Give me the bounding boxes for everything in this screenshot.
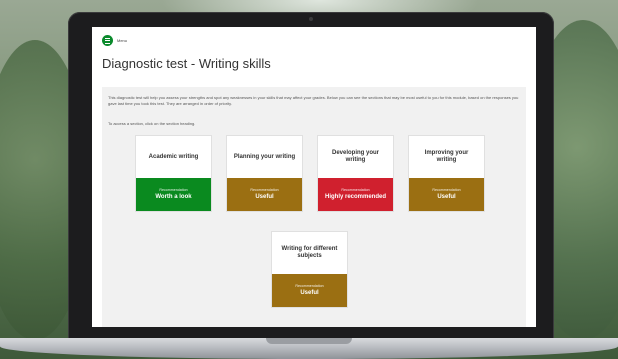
recommendation-box: Recommendation Useful <box>272 274 347 307</box>
hint-text: To access a section, click on the sectio… <box>108 121 196 126</box>
card-title[interactable]: Developing your writing <box>318 136 393 178</box>
section-card-developing-your-writing[interactable]: Developing your writing Recommendation H… <box>317 135 394 212</box>
recommendation-value: Worth a look <box>155 194 192 200</box>
card-title[interactable]: Academic writing <box>136 136 211 178</box>
recommendation-value: Useful <box>437 194 456 200</box>
content-panel: This diagnostic test will help you asses… <box>102 87 526 327</box>
menu-icon[interactable] <box>102 35 113 46</box>
recommendation-value: Useful <box>300 290 319 296</box>
recommendation-label: Recommendation <box>250 188 279 192</box>
recommendation-value: Highly recommended <box>324 194 386 200</box>
recommendation-label: Recommendation <box>295 284 324 288</box>
card-title[interactable]: Improving your writing <box>409 136 484 178</box>
page-title: Diagnostic test - Writing skills <box>102 56 271 71</box>
recommendation-label: Recommendation <box>432 188 461 192</box>
recommendation-box: Recommendation Highly recommended <box>318 178 393 211</box>
recommendation-value: Useful <box>255 194 274 200</box>
section-card-writing-for-different-subjects[interactable]: Writing for different subjects Recommend… <box>271 231 348 308</box>
recommendation-box: Recommendation Useful <box>409 178 484 211</box>
recommendation-box: Recommendation Useful <box>227 178 302 211</box>
intro-text: This diagnostic test will help you asses… <box>108 95 519 106</box>
card-title[interactable]: Writing for different subjects <box>272 232 347 274</box>
recommendation-label: Recommendation <box>159 188 188 192</box>
section-card-planning-your-writing[interactable]: Planning your writing Recommendation Use… <box>226 135 303 212</box>
menu-label[interactable]: Menu <box>117 38 127 43</box>
camera-icon <box>309 17 313 21</box>
section-card-academic-writing[interactable]: Academic writing Recommendation Worth a … <box>135 135 212 212</box>
recommendation-box: Recommendation Worth a look <box>136 178 211 211</box>
menu-row[interactable]: Menu <box>102 35 127 46</box>
card-title[interactable]: Planning your writing <box>227 136 302 178</box>
section-card-improving-your-writing[interactable]: Improving your writing Recommendation Us… <box>408 135 485 212</box>
laptop-notch <box>266 338 352 344</box>
recommendation-label: Recommendation <box>341 188 370 192</box>
laptop-screen: Menu Diagnostic test - Writing skills Th… <box>92 27 536 327</box>
